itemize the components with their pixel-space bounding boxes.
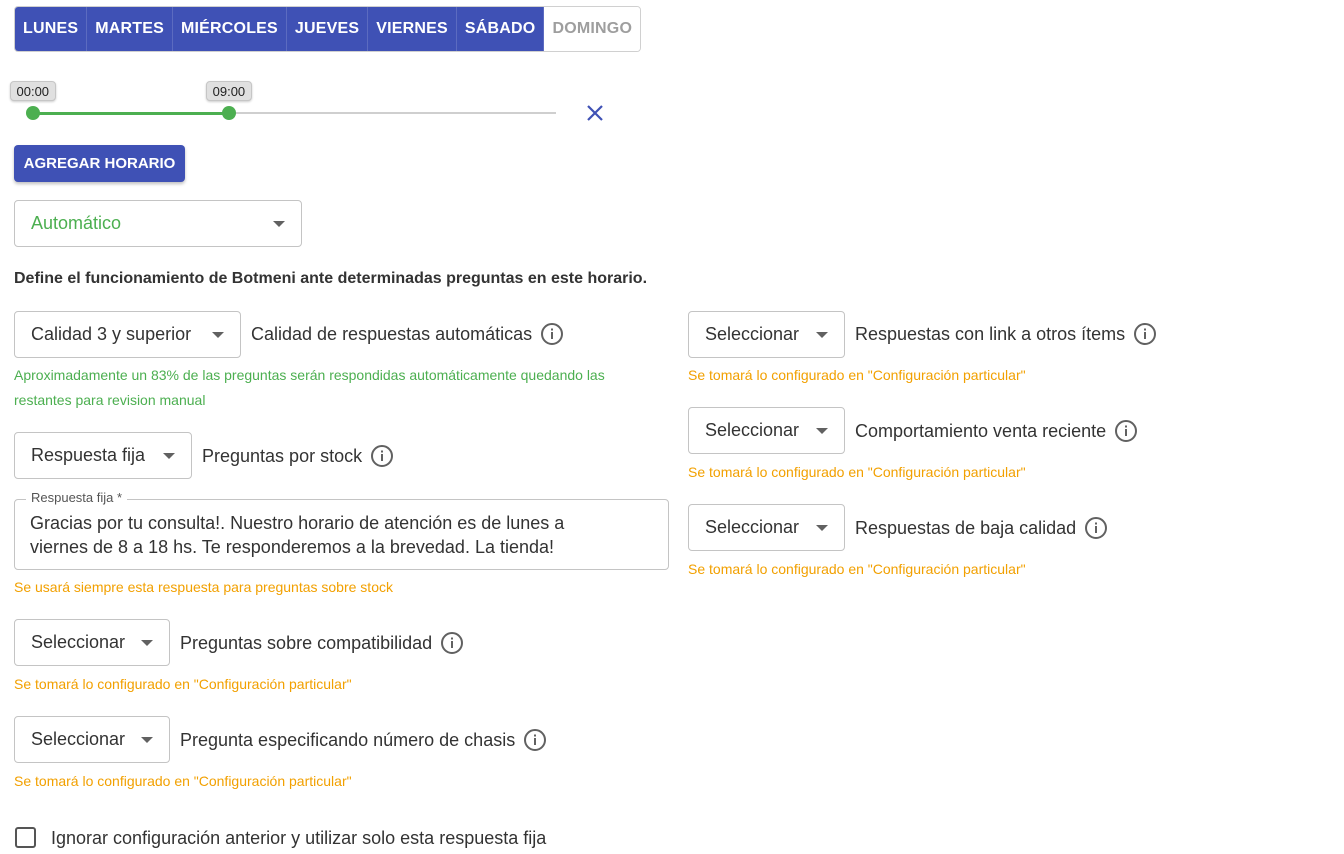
- fixed-response-label: Respuesta fija *: [26, 490, 128, 505]
- recent-sale-select[interactable]: Seleccionar: [688, 407, 845, 454]
- info-icon[interactable]: [1133, 322, 1157, 346]
- compatibility-select[interactable]: Seleccionar: [14, 619, 170, 666]
- day-selector: LUNES MARTES MIÉRCOLES JUEVES VIERNES SÁ…: [14, 6, 642, 52]
- low-quality-select-value: Seleccionar: [705, 517, 800, 537]
- mode-select-value: Automático: [31, 213, 122, 233]
- quality-hint-line1: Aproximadamente un 83% de las preguntas …: [14, 367, 605, 383]
- quality-select[interactable]: Calidad 3 y superior: [14, 311, 241, 358]
- recent-sale-label-row: Comportamiento venta reciente: [855, 419, 1138, 443]
- time-slider-end-handle[interactable]: [222, 106, 237, 120]
- quality-label: Calidad de respuestas automáticas: [251, 323, 533, 344]
- chassis-label-row: Pregunta especificando número de chasis: [180, 728, 547, 752]
- fixed-response-line1: Gracias por tu consulta!. Nuestro horari…: [30, 513, 565, 533]
- recent-sale-hint: Se tomará lo configurado en "Configuraci…: [688, 464, 1026, 480]
- info-icon[interactable]: [540, 322, 564, 346]
- section-description: Define el funcionamiento de Botmeni ante…: [14, 270, 648, 287]
- caret-down-icon: [212, 331, 224, 338]
- close-icon[interactable]: [583, 101, 607, 125]
- recent-sale-select-value: Seleccionar: [705, 420, 800, 440]
- stock-select-value: Respuesta fija: [31, 445, 146, 465]
- quality-select-value: Calidad 3 y superior: [31, 324, 192, 344]
- day-tab-lunes[interactable]: LUNES: [15, 7, 88, 51]
- links-label: Respuestas con link a otros ítems: [855, 323, 1126, 344]
- time-slider-end-value: 09:00: [205, 81, 253, 101]
- links-hint: Se tomará lo configurado en "Configuraci…: [688, 367, 1026, 383]
- stock-label-row: Preguntas por stock: [202, 444, 394, 468]
- quality-label-row: Calidad de respuestas automáticas: [251, 322, 564, 346]
- compatibility-label: Preguntas sobre compatibilidad: [180, 632, 433, 653]
- time-slider-start-value: 00:00: [9, 81, 57, 101]
- caret-down-icon: [163, 452, 175, 459]
- info-icon[interactable]: [523, 728, 547, 752]
- info-icon[interactable]: [370, 444, 394, 468]
- low-quality-select[interactable]: Seleccionar: [688, 504, 845, 551]
- day-tab-viernes[interactable]: VIERNES: [368, 7, 457, 51]
- caret-down-icon: [816, 331, 828, 338]
- add-schedule-button[interactable]: AGREGAR HORARIO: [14, 145, 185, 182]
- day-tab-miercoles[interactable]: MIÉRCOLES: [173, 7, 287, 51]
- stock-select[interactable]: Respuesta fija: [14, 432, 192, 479]
- caret-down-icon: [141, 736, 153, 743]
- time-slider-range: [33, 112, 230, 115]
- day-tab-jueves[interactable]: JUEVES: [286, 7, 369, 51]
- day-tab-domingo[interactable]: DOMINGO: [544, 7, 641, 51]
- chassis-select[interactable]: Seleccionar: [14, 716, 170, 763]
- caret-down-icon: [273, 220, 285, 227]
- info-icon[interactable]: [440, 631, 464, 655]
- info-icon[interactable]: [1084, 516, 1108, 540]
- time-slider-start-handle[interactable]: [26, 106, 40, 120]
- low-quality-label-row: Respuestas de baja calidad: [855, 516, 1108, 540]
- info-icon[interactable]: [1114, 419, 1138, 443]
- chassis-label: Pregunta especificando número de chasis: [180, 729, 516, 750]
- day-tab-martes[interactable]: MARTES: [87, 7, 173, 51]
- recent-sale-label: Comportamiento venta reciente: [855, 420, 1107, 441]
- mode-select[interactable]: Automático: [14, 200, 302, 247]
- compatibility-label-row: Preguntas sobre compatibilidad: [180, 631, 464, 655]
- links-select[interactable]: Seleccionar: [688, 311, 845, 358]
- compatibility-select-value: Seleccionar: [31, 632, 126, 652]
- caret-down-icon: [816, 427, 828, 434]
- quality-hint-line2: restantes para revision manual: [14, 392, 206, 408]
- day-tab-sabado[interactable]: SÁBADO: [456, 7, 545, 51]
- fixed-response-line2: viernes de 8 a 18 hs. Te responderemos a…: [30, 537, 555, 557]
- caret-down-icon: [141, 639, 153, 646]
- low-quality-label: Respuestas de baja calidad: [855, 517, 1077, 538]
- quality-hint: Aproximadamente un 83% de las preguntas …: [14, 363, 605, 413]
- stock-label: Preguntas por stock: [202, 445, 363, 466]
- caret-down-icon: [816, 524, 828, 531]
- links-select-value: Seleccionar: [705, 324, 800, 344]
- links-label-row: Respuestas con link a otros ítems: [855, 322, 1157, 346]
- ignore-config-checkbox[interactable]: [15, 827, 36, 848]
- chassis-select-value: Seleccionar: [31, 729, 126, 749]
- stock-hint: Se usará siempre esta respuesta para pre…: [14, 579, 393, 595]
- low-quality-hint: Se tomará lo configurado en "Configuraci…: [688, 561, 1026, 577]
- ignore-config-label: Ignorar configuración anterior y utiliza…: [51, 827, 547, 848]
- compatibility-hint: Se tomará lo configurado en "Configuraci…: [14, 676, 352, 692]
- fixed-response-textarea[interactable]: Gracias por tu consulta!. Nuestro horari…: [30, 511, 650, 559]
- chassis-hint: Se tomará lo configurado en "Configuraci…: [14, 773, 352, 789]
